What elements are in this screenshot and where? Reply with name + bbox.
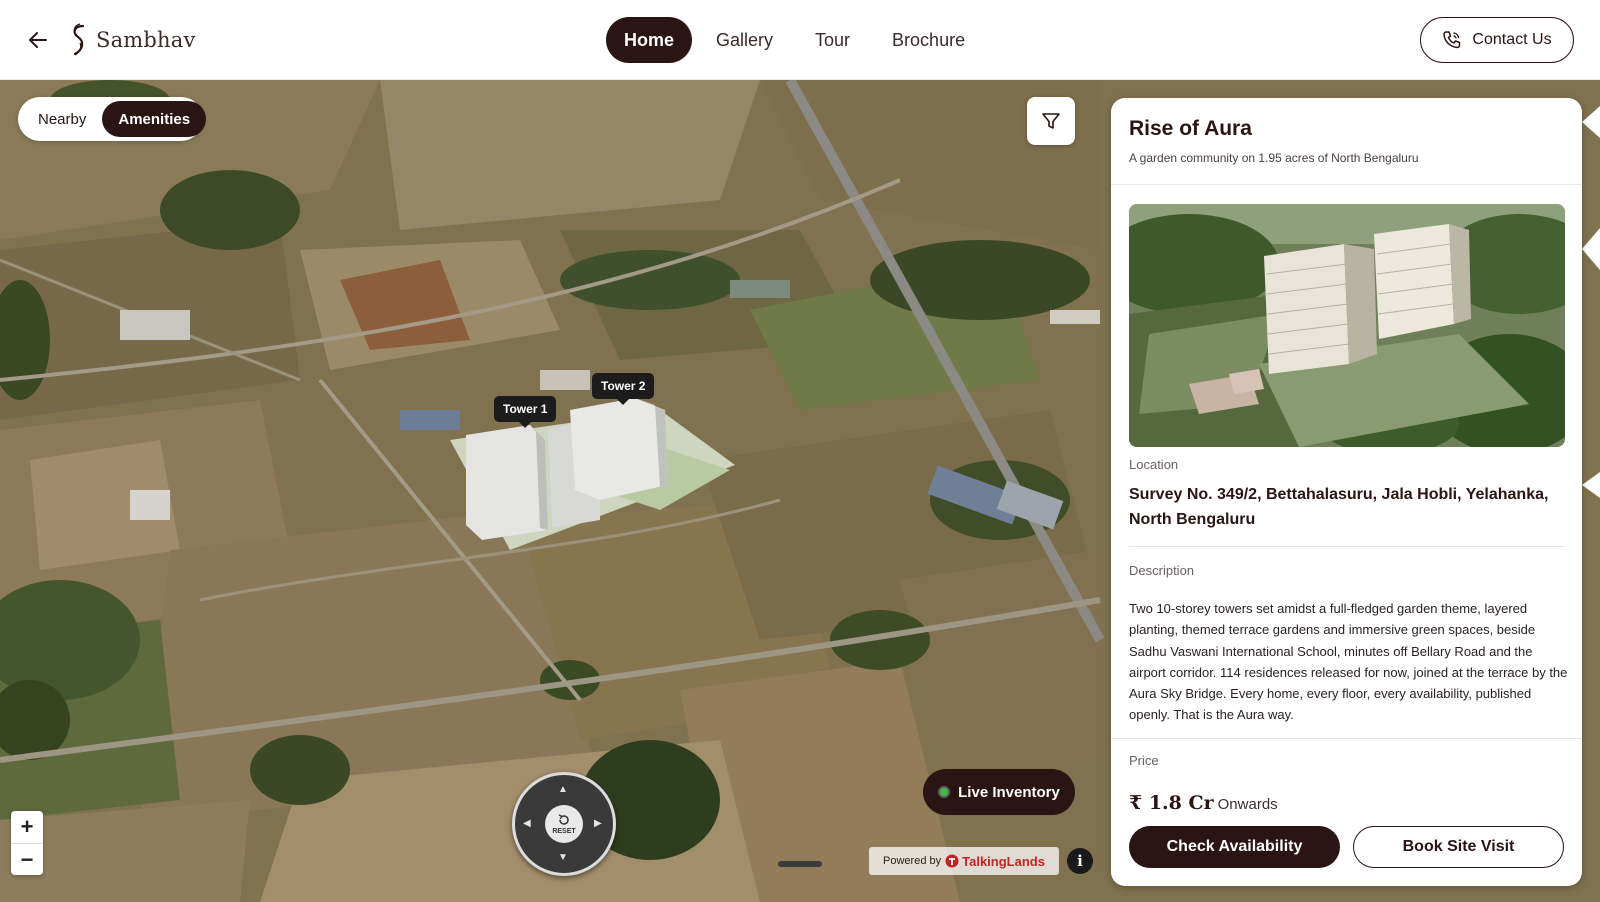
top-header: Sambhav Home Gallery Tour Brochure Conta…: [0, 0, 1600, 80]
project-details-panel: Rise of Aura A garden community on 1.95 …: [1111, 98, 1582, 886]
brand-name: Sambhav: [96, 28, 196, 52]
tower-rendering: [1129, 204, 1565, 447]
contact-us-button[interactable]: Contact Us: [1420, 17, 1574, 63]
phone-icon: [1443, 31, 1461, 49]
talkinglands-logo-icon: [945, 854, 959, 868]
price-suffix: Onwards: [1217, 796, 1278, 813]
toggle-amenities[interactable]: Amenities: [102, 101, 207, 137]
live-inventory-button[interactable]: Live Inventory: [923, 769, 1075, 815]
pan-right-arrow[interactable]: ▶: [594, 818, 602, 829]
tower-1-marker[interactable]: Tower 1: [494, 396, 557, 428]
divider: [1129, 546, 1565, 547]
book-site-visit-button[interactable]: Book Site Visit: [1353, 826, 1564, 868]
main-nav: Home Gallery Tour Brochure: [606, 17, 983, 63]
pan-left-arrow[interactable]: ◀: [523, 818, 531, 829]
divider: [1111, 738, 1582, 739]
check-availability-button[interactable]: Check Availability: [1129, 826, 1340, 868]
project-description: Two 10-storey towers set amidst a full-f…: [1129, 601, 1568, 723]
price-row: ₹ 1.8 Cr Onwards: [1129, 792, 1278, 814]
powered-by-badge[interactable]: Powered by TalkingLands: [869, 847, 1059, 875]
project-location: Survey No. 349/2, Bettahalasuru, Jala Ho…: [1129, 486, 1549, 528]
tab-brochure[interactable]: Brochure: [874, 17, 983, 63]
tower-2-marker[interactable]: Tower 2: [592, 373, 655, 405]
reset-view-button[interactable]: RESET: [545, 805, 583, 843]
panel-header: Rise of Aura A garden community on 1.95 …: [1111, 98, 1582, 185]
tab-tour[interactable]: Tour: [797, 17, 868, 63]
filter-button[interactable]: [1027, 97, 1075, 145]
zoom-out-button[interactable]: −: [11, 843, 43, 875]
location-label: Location: [1129, 457, 1179, 472]
description-label: Description: [1129, 563, 1195, 578]
pan-up-arrow[interactable]: ▲: [558, 784, 568, 795]
info-icon: i: [1077, 852, 1083, 870]
live-status-dot: [938, 786, 951, 798]
sambhav-s-logo-icon: [73, 23, 85, 56]
talkinglands-name: TalkingLands: [962, 853, 1045, 869]
contact-us-label: Contact Us: [1472, 31, 1552, 48]
live-inventory-label: Live Inventory: [958, 783, 1060, 801]
zoom-in-button[interactable]: +: [11, 811, 43, 843]
project-subtitle: A garden community on 1.95 acres of Nort…: [1129, 151, 1419, 165]
reset-label: RESET: [552, 828, 576, 835]
rotate-reset-icon: [558, 814, 569, 825]
project-rendering-image[interactable]: [1129, 204, 1565, 447]
project-title: Rise of Aura: [1129, 117, 1252, 140]
pan-down-arrow[interactable]: ▼: [558, 852, 568, 863]
zoom-controls: + −: [11, 811, 43, 875]
back-button[interactable]: [22, 24, 54, 56]
tab-gallery[interactable]: Gallery: [698, 17, 791, 63]
price-label: Price: [1129, 753, 1159, 768]
bottom-drag-handle[interactable]: [778, 861, 822, 867]
powered-by-prefix: Powered by: [883, 855, 942, 867]
arrow-left-icon: [29, 32, 47, 48]
tab-home[interactable]: Home: [606, 17, 693, 63]
brand-logo[interactable]: Sambhav: [68, 22, 196, 58]
map-compass: ▲ ▼ ◀ ▶ RESET: [512, 772, 616, 876]
nearby-amenities-toggle: Nearby Amenities: [18, 97, 207, 141]
filter-funnel-icon: [1042, 113, 1060, 129]
toggle-nearby[interactable]: Nearby: [22, 101, 102, 137]
talkinglands-brand: TalkingLands: [945, 854, 1045, 869]
info-button[interactable]: i: [1067, 848, 1093, 874]
price-value: ₹ 1.8 Cr: [1129, 792, 1214, 814]
